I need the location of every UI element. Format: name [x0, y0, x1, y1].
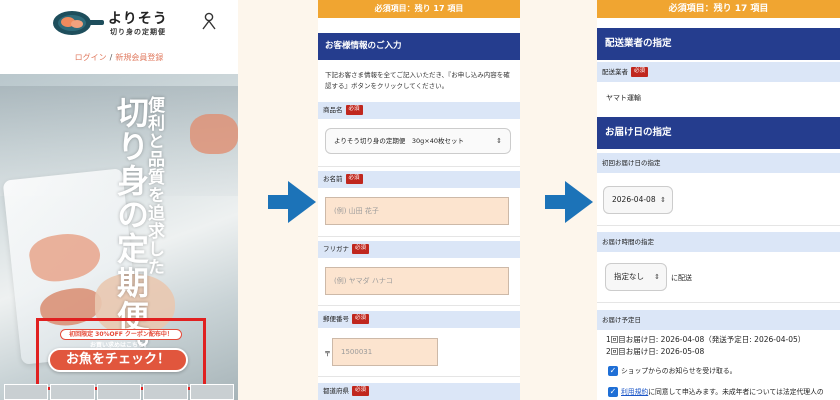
- carrier-label-row: 配送業者 必須: [597, 62, 840, 82]
- flow-arrow-icon: [268, 181, 316, 223]
- checkmark-icon[interactable]: ✓: [608, 387, 618, 397]
- zip-label-row: 郵便番号 必須: [318, 311, 520, 328]
- chevron-updown-icon: ⇕: [654, 273, 660, 281]
- terms-checkbox-row[interactable]: ✓ 利用規約に同意して申込みます。未成年者については法定代理人の: [608, 386, 824, 397]
- required-badge: 必須: [345, 174, 363, 184]
- thumbnail[interactable]: [50, 384, 95, 400]
- carrier-label: 配送業者: [602, 68, 628, 76]
- flow-arrow-icon: [545, 181, 593, 223]
- landing-page-panel: よりそう 切り身の定期便 ログイン / 新規会員登録 便利と品質を追求した 切り身の…: [0, 0, 238, 400]
- carrier-section-title: 配送業者の指定: [597, 28, 840, 60]
- product-label-row: 商品名 必須: [318, 102, 520, 119]
- auth-links: ログイン / 新規会員登録: [0, 52, 238, 63]
- name-input[interactable]: (例) 山田 花子: [325, 197, 509, 225]
- divider: [597, 302, 840, 303]
- terms-link[interactable]: 利用規約: [621, 388, 648, 396]
- required-badge: 必須: [352, 244, 370, 254]
- schedule-line-1: 1回目お届け日: 2026-04-08（発送予定日: 2026-04-05）: [606, 335, 806, 344]
- product-select[interactable]: よりそう切り身の定期便 30g×40枚セット ⇕: [325, 128, 511, 154]
- zip-label: 郵便番号: [323, 315, 349, 323]
- thumbnail[interactable]: [4, 384, 49, 400]
- customer-form-panel: 必須項目：残り 17 項目 お客様情報のご入力 下記お客さま情報を全てご記入いた…: [318, 0, 520, 400]
- required-badge: 必須: [631, 67, 649, 77]
- register-link[interactable]: 新規会員登録: [115, 53, 163, 62]
- zip-input[interactable]: 1500031: [332, 338, 438, 366]
- checkmark-icon[interactable]: ✓: [608, 366, 618, 376]
- zip-prefix: 〒: [324, 350, 331, 358]
- required-remaining-bar: 必須項目：残り 17 項目: [597, 0, 840, 18]
- delivery-panel: 必須項目：残り 17 項目 配送業者の指定 配送業者 必須 ヤマト運輸 お届け日の…: [597, 0, 840, 400]
- divider: [318, 376, 520, 377]
- chevron-updown-icon: ⇕: [660, 196, 666, 204]
- pref-label: 都道府県: [323, 387, 349, 395]
- fish-pan-logo-icon[interactable]: [50, 6, 106, 38]
- thumbnail[interactable]: [189, 384, 235, 400]
- name-label-row: お名前 必須: [318, 171, 520, 188]
- thumbnail-strip: [0, 384, 238, 400]
- section-title: お客様情報のご入力: [318, 33, 520, 60]
- user-account-icon[interactable]: [201, 12, 217, 30]
- required-badge: 必須: [352, 386, 370, 396]
- carrier-value: ヤマト運輸: [606, 94, 641, 102]
- divider: [318, 305, 520, 306]
- schedule-line-2: 2回目お届け日: 2026-05-08: [606, 347, 705, 356]
- required-remaining-bar: 必須項目：残り 17 項目: [318, 0, 520, 18]
- kana-label: フリガナ: [323, 245, 349, 253]
- chevron-updown-icon: ⇕: [496, 137, 502, 145]
- login-link[interactable]: ログイン: [75, 53, 107, 62]
- salmon-decoration: [190, 114, 238, 154]
- logo-text[interactable]: よりそう: [108, 8, 168, 28]
- check-fish-button[interactable]: お魚をチェック！: [48, 348, 188, 372]
- first-date-label-row: 初回お届け日の指定: [597, 153, 840, 173]
- site-header: よりそう 切り身の定期便: [0, 0, 238, 44]
- name-label: お名前: [323, 175, 343, 183]
- pref-label-row: 都道府県 必須: [318, 383, 520, 400]
- kana-input[interactable]: (例) ヤマダ ハナコ: [325, 267, 509, 295]
- first-date-select[interactable]: 2026-04-08 ⇕: [603, 186, 673, 214]
- divider: [318, 166, 520, 167]
- time-suffix: に配送: [671, 274, 692, 282]
- notice-label: ショップからのお知らせを受け取る。: [621, 367, 737, 375]
- product-select-value: よりそう切り身の定期便 30g×40枚セット: [334, 137, 464, 145]
- time-select[interactable]: 指定なし ⇕: [605, 263, 667, 291]
- time-value: 指定なし: [614, 272, 644, 281]
- required-badge: 必須: [352, 314, 370, 324]
- logo-subtitle: 切り身の定期便: [110, 28, 166, 36]
- form-description: 下記お客さま情報を全てご記入いただき、『お申し込み内容を確認する』ボタンをクリッ…: [325, 71, 510, 90]
- auth-separator: /: [109, 53, 113, 62]
- schedule-label: お届け予定日: [602, 316, 641, 324]
- kana-label-row: フリガナ 必須: [318, 241, 520, 258]
- coupon-banner: 初回限定 30%OFF クーポン配布中！: [60, 329, 182, 340]
- divider: [318, 236, 520, 237]
- date-section-title: お届け日の指定: [597, 117, 840, 149]
- divider: [597, 225, 840, 226]
- thumbnail[interactable]: [143, 384, 188, 400]
- thumbnail[interactable]: [96, 384, 142, 400]
- notice-checkbox-row[interactable]: ✓ ショップからのお知らせを受け取る。: [608, 365, 736, 376]
- first-date-value: 2026-04-08: [612, 195, 656, 204]
- time-label: お届け時間の指定: [602, 238, 654, 246]
- time-label-row: お届け時間の指定: [597, 232, 840, 252]
- terms-text: に同意して申込みます。未成年者については法定代理人の: [648, 388, 824, 396]
- schedule-label-row: お届け予定日: [597, 310, 840, 330]
- first-date-label: 初回お届け日の指定: [602, 159, 661, 167]
- product-label: 商品名: [323, 106, 343, 114]
- required-badge: 必須: [345, 105, 363, 115]
